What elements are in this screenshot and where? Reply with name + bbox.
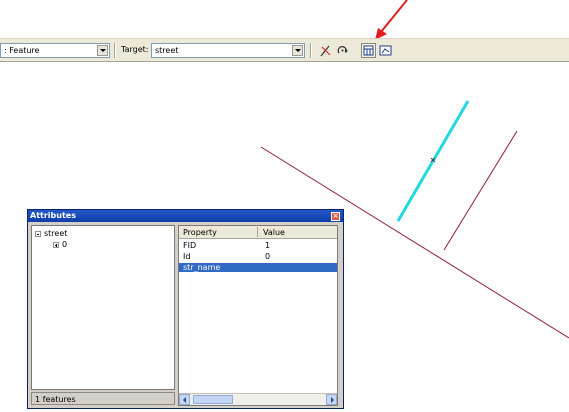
sketch-properties-icon — [379, 45, 392, 56]
grid-header: Property Value — [179, 226, 337, 239]
tree-item-label: 0 — [62, 240, 68, 249]
attributes-window[interactable]: Attributes × street 0 1 features Propert… — [27, 209, 344, 409]
rotate-tool-icon — [337, 46, 348, 54]
collapse-icon[interactable] — [35, 230, 41, 237]
target-label: Target: — [121, 45, 149, 54]
column-header-property[interactable]: Property — [183, 228, 217, 237]
task-dropdown[interactable]: : Feature — [0, 43, 110, 58]
tree-item-feature[interactable]: 0 — [53, 240, 67, 249]
attributes-button[interactable] — [361, 43, 376, 58]
task-dropdown-value: : Feature — [4, 46, 40, 55]
rotate-tool-button[interactable] — [335, 43, 350, 58]
chevron-down-icon[interactable] — [97, 45, 108, 56]
property-name: FID — [183, 241, 197, 250]
property-value[interactable]: 0 — [265, 252, 270, 261]
window-title: Attributes — [30, 211, 76, 220]
target-dropdown[interactable]: street — [151, 43, 305, 58]
target-dropdown-value: street — [155, 46, 179, 55]
tree-item-label: street — [44, 229, 68, 238]
sketch-tool-icon — [320, 45, 331, 57]
column-divider[interactable] — [257, 227, 258, 237]
window-title-bar[interactable]: Attributes × — [28, 210, 343, 222]
feature-count-status: 1 features — [31, 392, 175, 405]
expand-icon[interactable] — [53, 241, 59, 248]
property-name: str_name — [183, 263, 221, 272]
property-grid[interactable]: Property Value FID 1 Id 0 str_name — [178, 225, 338, 406]
toolbar-separator — [310, 43, 312, 58]
column-header-value[interactable]: Value — [263, 228, 285, 237]
property-value[interactable]: 1 — [265, 241, 270, 250]
sketch-properties-button[interactable] — [378, 43, 393, 58]
attributes-icon — [363, 45, 374, 56]
close-icon[interactable]: × — [331, 212, 340, 221]
status-text: 1 features — [35, 395, 76, 404]
chevron-down-icon[interactable] — [292, 45, 303, 56]
property-name: Id — [183, 252, 191, 261]
editor-toolbar: : Feature Target: street — [0, 38, 569, 62]
scroll-left-icon[interactable] — [179, 394, 190, 405]
selected-street-feature[interactable] — [396, 100, 470, 222]
horizontal-scrollbar[interactable] — [179, 393, 337, 405]
scroll-right-icon[interactable] — [326, 394, 337, 405]
toolbar-separator — [114, 43, 116, 58]
tree-item-layer[interactable]: street — [35, 229, 67, 238]
annotation-arrow — [375, 0, 408, 40]
property-row[interactable]: Id 0 — [179, 252, 337, 261]
street-line-short[interactable] — [443, 130, 518, 251]
sketch-tool-button[interactable] — [318, 43, 333, 58]
scroll-thumb[interactable] — [193, 395, 233, 404]
property-row[interactable]: FID 1 — [179, 241, 337, 250]
feature-tree[interactable]: street 0 — [31, 225, 175, 390]
property-row-selected[interactable]: str_name — [179, 263, 337, 272]
